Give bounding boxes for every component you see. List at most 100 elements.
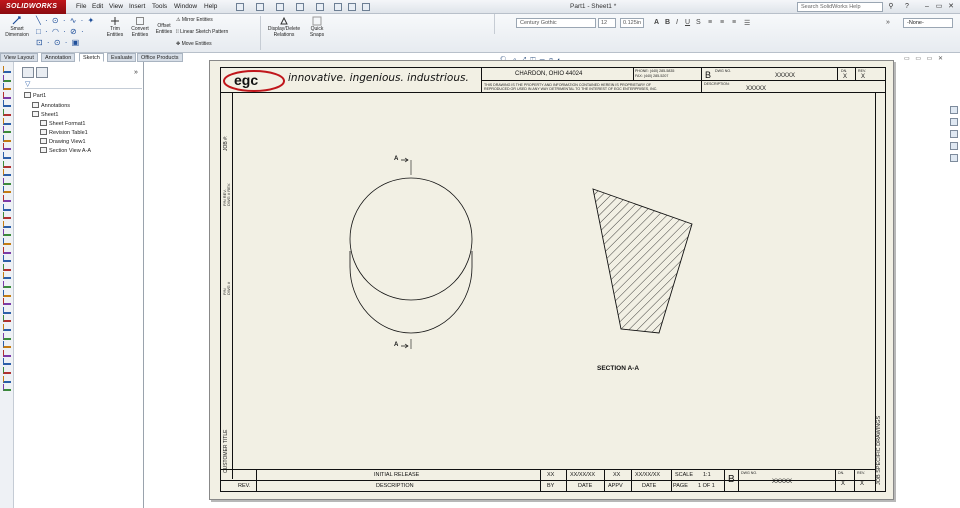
menu-edit[interactable]: Edit (92, 3, 103, 10)
sketch-tool-icon[interactable] (3, 203, 11, 211)
new-document-icon[interactable] (236, 3, 244, 11)
menu-help[interactable]: Help (204, 3, 217, 10)
font-size-select[interactable]: 12 (598, 18, 616, 28)
undo-icon[interactable] (296, 3, 304, 11)
sketch-tool-icon[interactable] (3, 74, 11, 82)
view-palette-tab-icon[interactable] (950, 142, 958, 150)
sketch-tool-icon[interactable] (3, 341, 11, 349)
sketch-tool-icon[interactable] (3, 109, 11, 116)
italic-button[interactable]: I (676, 19, 678, 26)
sketch-tool-icon[interactable] (3, 315, 11, 323)
font-select[interactable]: Century Gothic (516, 18, 596, 28)
restore-button[interactable]: ▭ (934, 2, 944, 11)
sketch-tool-icon[interactable] (3, 177, 11, 185)
sketch-tool-icon[interactable] (3, 238, 11, 245)
convert-entities-button[interactable]: Convert Entities (128, 16, 152, 38)
sketch-tools-row-2[interactable]: □ · ◠ · ⊘ · (36, 27, 85, 36)
sketch-tool-icon[interactable] (3, 100, 11, 108)
sketch-tool-icon[interactable] (3, 281, 11, 288)
sketch-tool-icon[interactable] (3, 298, 11, 306)
menu-tools[interactable]: Tools (152, 3, 167, 10)
align-center-icon[interactable]: ≡ (720, 19, 724, 26)
help-icon[interactable]: ? (902, 2, 912, 11)
tree-item[interactable]: Sheet1 (32, 111, 58, 118)
drawing-sheet[interactable]: egc innovative. ingenious. industrious. … (209, 60, 894, 500)
tree-item[interactable]: Drawing View1 (40, 138, 86, 145)
sketch-tool-icon[interactable] (3, 272, 11, 280)
close-button[interactable]: ✕ (946, 2, 956, 11)
tree-item[interactable]: Revision Table1 (40, 129, 88, 136)
sketch-tool-icon[interactable] (3, 229, 11, 237)
menu-window[interactable]: Window (174, 3, 197, 10)
solidworks-logo[interactable]: SOLIDWORKS (0, 0, 66, 14)
design-library-tab-icon[interactable] (950, 118, 958, 126)
layer-select[interactable]: -None- (903, 18, 953, 28)
filter-icon[interactable]: ▽ (25, 80, 142, 89)
sketch-tool-icon[interactable] (3, 91, 11, 99)
sketch-tool-icon[interactable] (3, 246, 11, 254)
expand-toolbar-icon[interactable]: » (886, 19, 890, 26)
sketch-tool-icon[interactable] (3, 367, 11, 374)
tab-sketch[interactable]: Sketch (79, 53, 104, 62)
bold-button[interactable]: A (654, 19, 659, 26)
sketch-tool-icon[interactable] (3, 83, 11, 91)
tree-item[interactable]: Section View A-A (40, 147, 91, 154)
tree-item[interactable]: Sheet Format1 (40, 120, 85, 127)
sketch-tool-icon[interactable] (3, 117, 11, 125)
text-height-input[interactable]: 0.125in (620, 18, 644, 28)
sketch-tool-icon[interactable] (3, 66, 11, 73)
line-style-icon[interactable]: ☰ (744, 19, 750, 27)
tab-evaluate[interactable]: Evaluate (107, 53, 137, 62)
linear-sketch-pattern-button[interactable]: ⁞⁞ Linear Sketch Pattern (176, 29, 228, 35)
smart-dimension-button[interactable]: Smart Dimension (2, 16, 32, 38)
sketch-tool-icon[interactable] (3, 384, 11, 392)
sketch-tool-icon[interactable] (3, 195, 11, 202)
rebuild-icon[interactable] (334, 3, 342, 11)
sketch-tool-icon[interactable] (3, 126, 11, 134)
save-icon[interactable] (256, 3, 264, 11)
drawing-view-1[interactable] (349, 157, 473, 349)
sketch-tool-icon[interactable] (3, 289, 11, 297)
sketch-tool-icon[interactable] (3, 255, 11, 263)
sketch-tool-icon[interactable] (3, 160, 11, 168)
bold-toggle-button[interactable]: B (665, 19, 670, 26)
quick-snaps-button[interactable]: Quick Snaps (306, 16, 328, 38)
property-manager-tab-icon[interactable] (36, 67, 48, 78)
sketch-tool-icon[interactable] (3, 263, 11, 271)
sketch-tool-icon[interactable] (3, 134, 11, 142)
search-input[interactable]: Search SolidWorks Help (797, 2, 883, 12)
sketch-tool-icon[interactable] (3, 324, 11, 331)
feature-tree-tab-icon[interactable] (22, 67, 34, 78)
sketch-tool-icon[interactable] (3, 306, 11, 314)
tab-annotation[interactable]: Annotation (41, 53, 76, 62)
minimize-button[interactable]: – (922, 2, 932, 11)
file-properties-icon[interactable] (348, 3, 356, 11)
print-icon[interactable] (276, 3, 284, 11)
sketch-tool-icon[interactable] (3, 212, 11, 220)
sketch-tool-icon[interactable] (3, 220, 11, 228)
display-delete-relations-button[interactable]: Display/Delete Relations (262, 16, 306, 38)
graphics-window-buttons[interactable]: ▭ ▭ ▭ ✕ (904, 55, 945, 62)
expand-panel-icon[interactable]: » (134, 69, 138, 76)
tree-item[interactable]: Annotations (32, 102, 70, 109)
tab-office-products[interactable]: Office Products (137, 53, 183, 62)
trim-entities-button[interactable]: Trim Entities (104, 16, 126, 38)
tab-view-layout[interactable]: View Layout (0, 53, 38, 62)
sketch-tool-icon[interactable] (3, 169, 11, 177)
file-explorer-tab-icon[interactable] (950, 130, 958, 138)
menu-view[interactable]: View (109, 3, 123, 10)
sketch-tool-icon[interactable] (3, 152, 11, 159)
align-right-icon[interactable]: ≡ (732, 19, 736, 26)
tree-root[interactable]: Part1 (24, 92, 46, 99)
strikethrough-button[interactable]: S (696, 19, 701, 26)
resources-tab-icon[interactable] (950, 106, 958, 114)
menu-insert[interactable]: Insert (129, 3, 145, 10)
sketch-tool-icon[interactable] (3, 186, 11, 194)
sketch-tools-row-3[interactable]: ⊡ · ⊙ · ▣ (36, 38, 80, 47)
search-icon[interactable]: ⚲ (886, 2, 896, 11)
section-view-a-a[interactable] (592, 188, 693, 334)
sketch-tools-row-1[interactable]: ╲ · ⊙ · ∿ · ✦ (36, 16, 95, 25)
sketch-tool-icon[interactable] (3, 349, 11, 357)
menu-file[interactable]: File (76, 3, 86, 10)
offset-entities-button[interactable]: Offset Entities (152, 23, 176, 35)
